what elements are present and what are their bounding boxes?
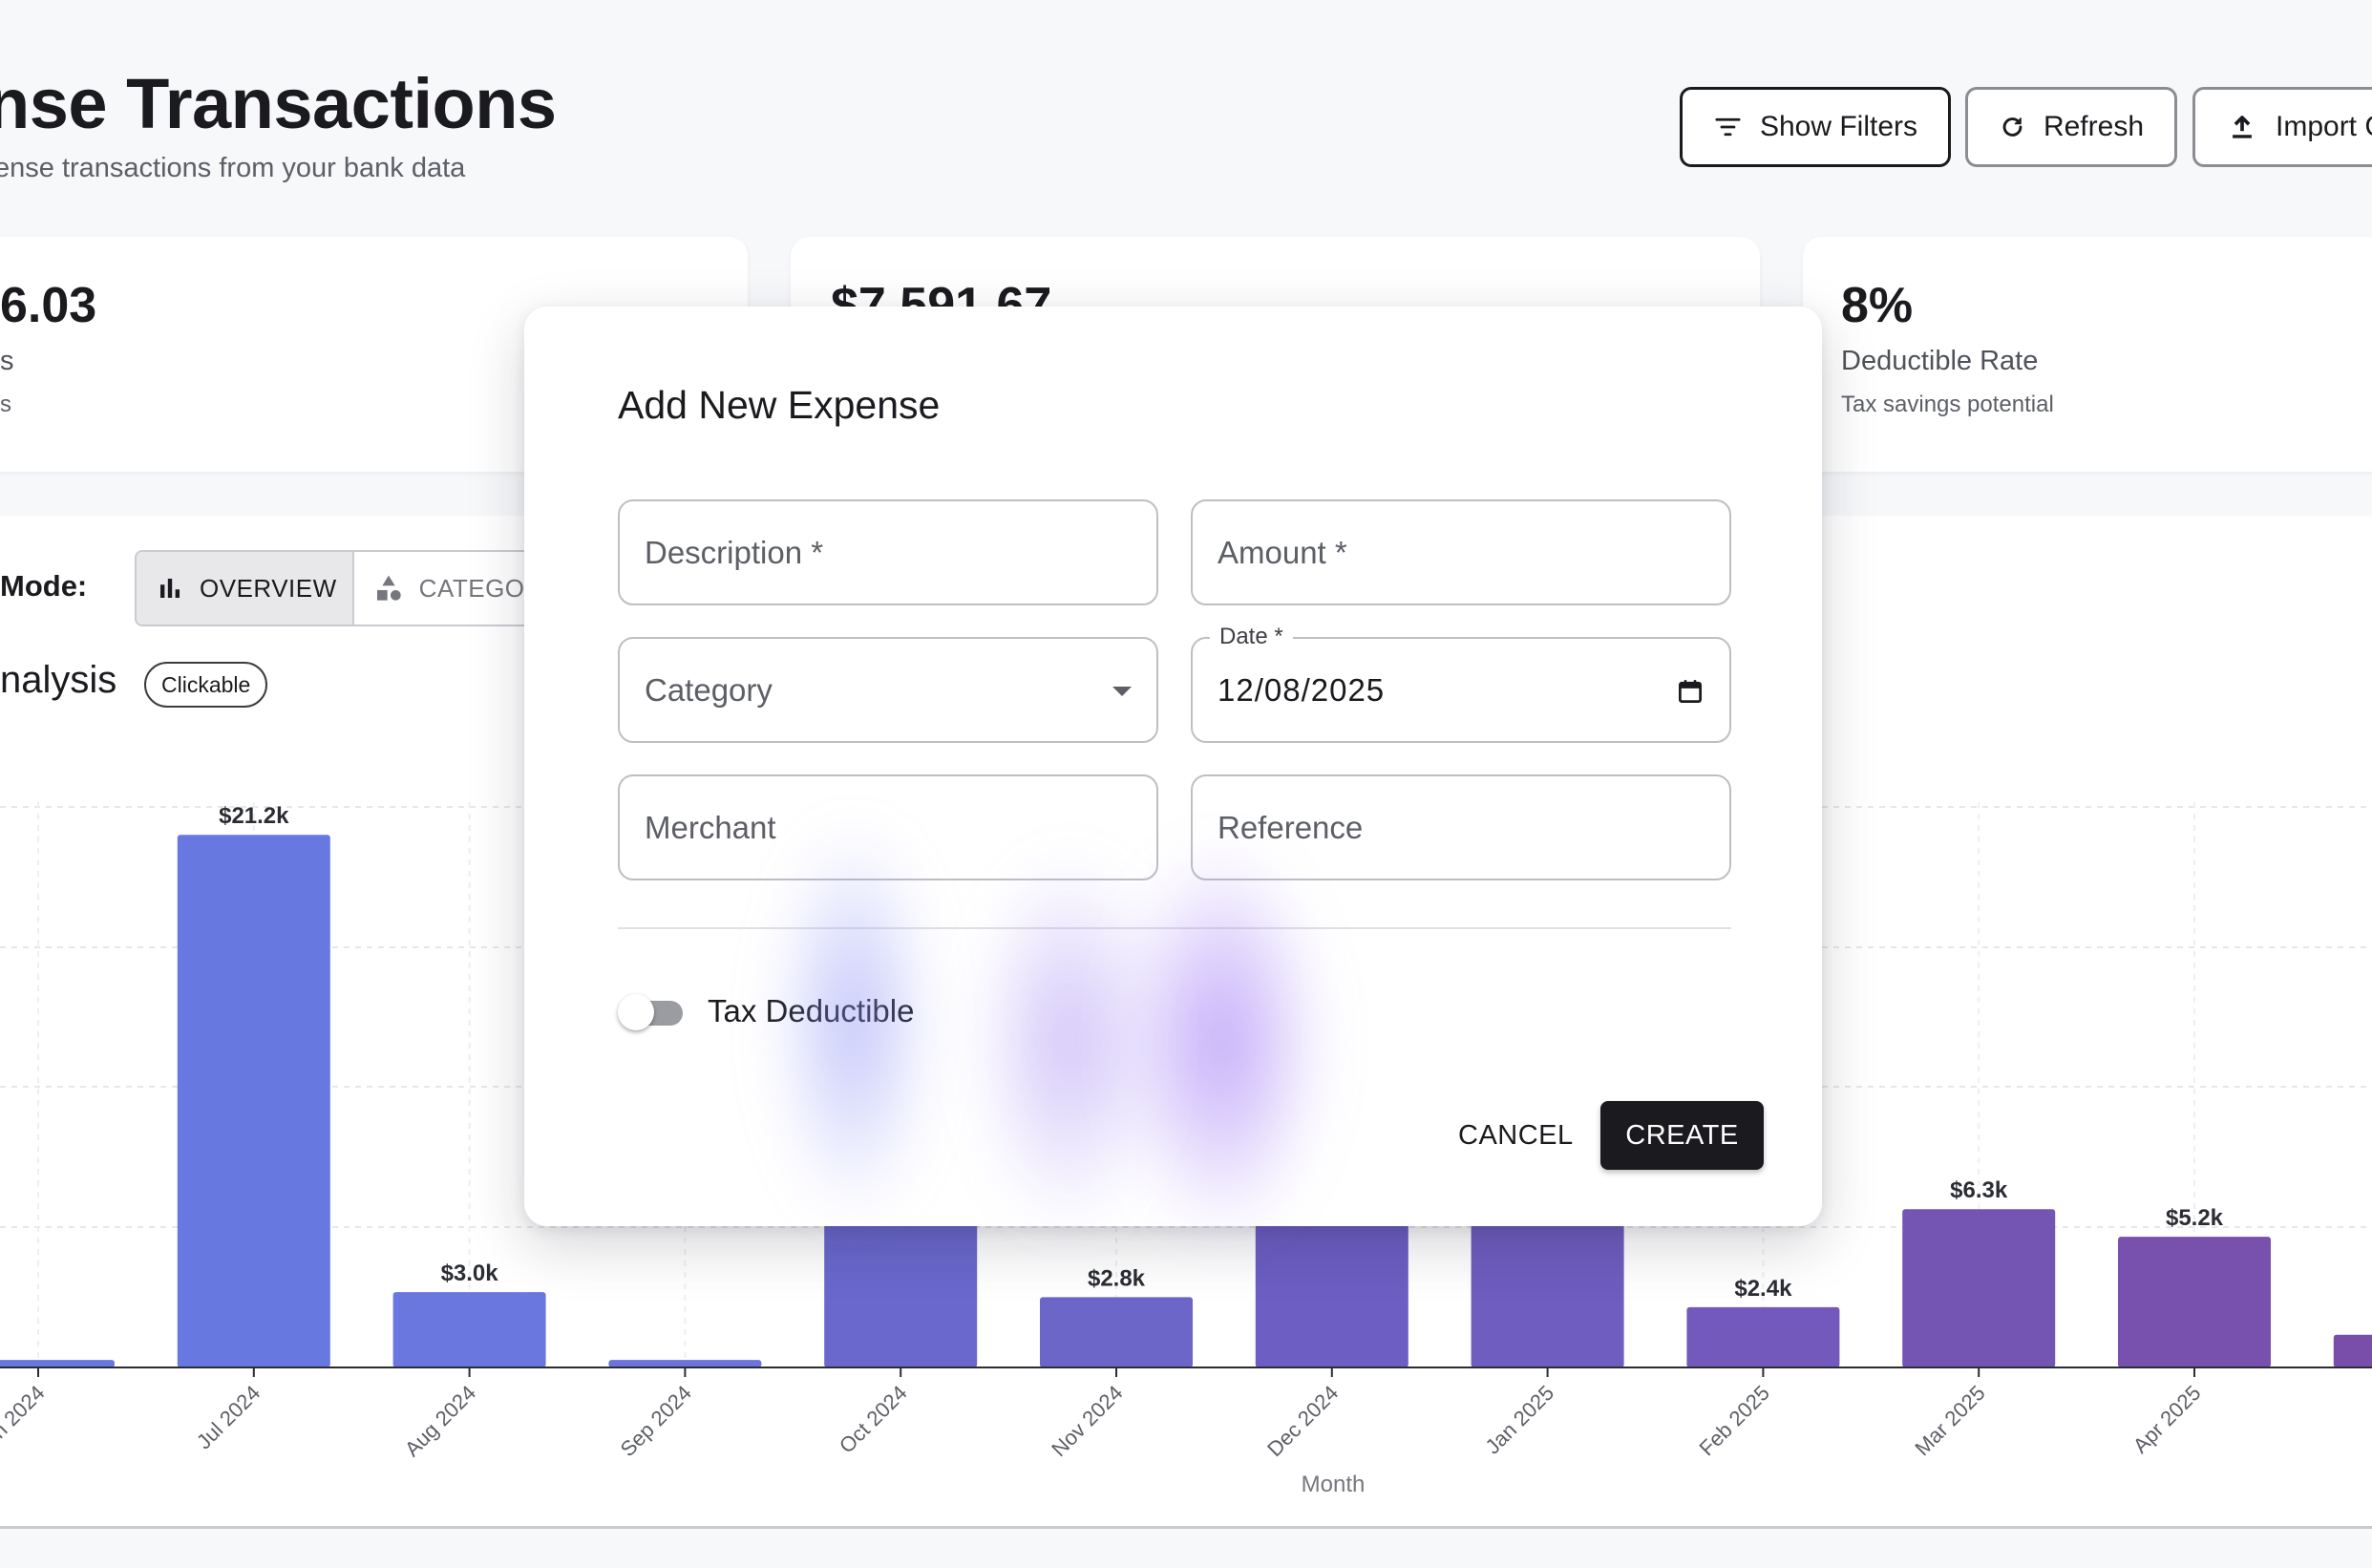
x-tick-label: Aug 2024 xyxy=(400,1381,480,1461)
bar-value-label: $6.3k xyxy=(1950,1177,2008,1203)
x-tick-label: Sep 2024 xyxy=(616,1381,696,1461)
chart-bar[interactable] xyxy=(1686,1306,1840,1367)
purple-glow-overlay xyxy=(973,851,1164,1233)
x-tick-label: Jul 2024 xyxy=(192,1381,265,1454)
chart-bar[interactable] xyxy=(1902,1209,2056,1367)
chart-bar[interactable] xyxy=(0,1360,115,1367)
reference-input[interactable] xyxy=(1218,809,1705,846)
chart-bar[interactable] xyxy=(2333,1334,2372,1367)
reference-field[interactable] xyxy=(1191,774,1731,880)
cancel-button[interactable]: CANCEL xyxy=(1451,1101,1581,1170)
create-button[interactable]: CREATE xyxy=(1600,1101,1764,1170)
purple-glow-overlay xyxy=(1116,841,1326,1242)
x-tick-label: Apr 2025 xyxy=(2128,1381,2206,1458)
description-field[interactable] xyxy=(618,499,1158,605)
bar-value-label: $5.2k xyxy=(2166,1205,2224,1231)
bar-value-label: $21.2k xyxy=(219,803,289,829)
amount-input[interactable] xyxy=(1218,534,1705,571)
calendar-icon[interactable] xyxy=(1676,677,1705,706)
merchant-input[interactable] xyxy=(645,809,1132,846)
description-input[interactable] xyxy=(645,534,1132,571)
x-tick-label: n 2024 xyxy=(0,1381,50,1443)
category-placeholder: Category xyxy=(645,671,773,708)
bar-value-label: $2.8k xyxy=(1088,1265,1146,1291)
add-expense-dialog: Add New Expense Category Date * 12/08/20… xyxy=(524,307,1822,1242)
x-tick-label: Feb 2025 xyxy=(1695,1381,1774,1460)
category-select[interactable]: Category xyxy=(618,637,1158,743)
dialog-title: Add New Expense xyxy=(618,383,941,427)
dropdown-arrow-icon xyxy=(1112,687,1132,696)
x-tick-label: Oct 2024 xyxy=(835,1381,912,1458)
chart-bar[interactable] xyxy=(177,835,330,1367)
tax-deductible-label: Tax Deductible xyxy=(708,993,915,1028)
x-axis-title: Month xyxy=(1302,1472,1366,1497)
tax-deductible-switch[interactable] xyxy=(618,992,687,1032)
bar-value-label: $3.0k xyxy=(441,1261,499,1286)
merchant-field[interactable] xyxy=(618,774,1158,880)
expense-transactions-page: nse Transactions ense transactions from … xyxy=(0,0,2372,1568)
chart-bar[interactable] xyxy=(608,1360,762,1367)
switch-thumb xyxy=(618,994,654,1030)
date-legend: Date * xyxy=(1210,624,1293,650)
dialog-divider xyxy=(618,927,1731,929)
x-tick-label: Dec 2024 xyxy=(1262,1381,1343,1461)
chart-bar[interactable] xyxy=(392,1292,546,1367)
chart-bar[interactable] xyxy=(2118,1237,2271,1367)
amount-field[interactable] xyxy=(1191,499,1731,605)
x-tick-label: Mar 2025 xyxy=(1910,1381,1989,1460)
x-tick-label: Nov 2024 xyxy=(1047,1381,1127,1461)
bar-value-label: $2.4k xyxy=(1734,1276,1792,1302)
x-tick-label: Jan 2025 xyxy=(1480,1381,1558,1459)
chart-bar[interactable] xyxy=(1040,1297,1193,1367)
date-field[interactable]: Date * 12/08/2025 xyxy=(1191,624,1731,743)
date-value: 12/08/2025 xyxy=(1218,671,1386,708)
